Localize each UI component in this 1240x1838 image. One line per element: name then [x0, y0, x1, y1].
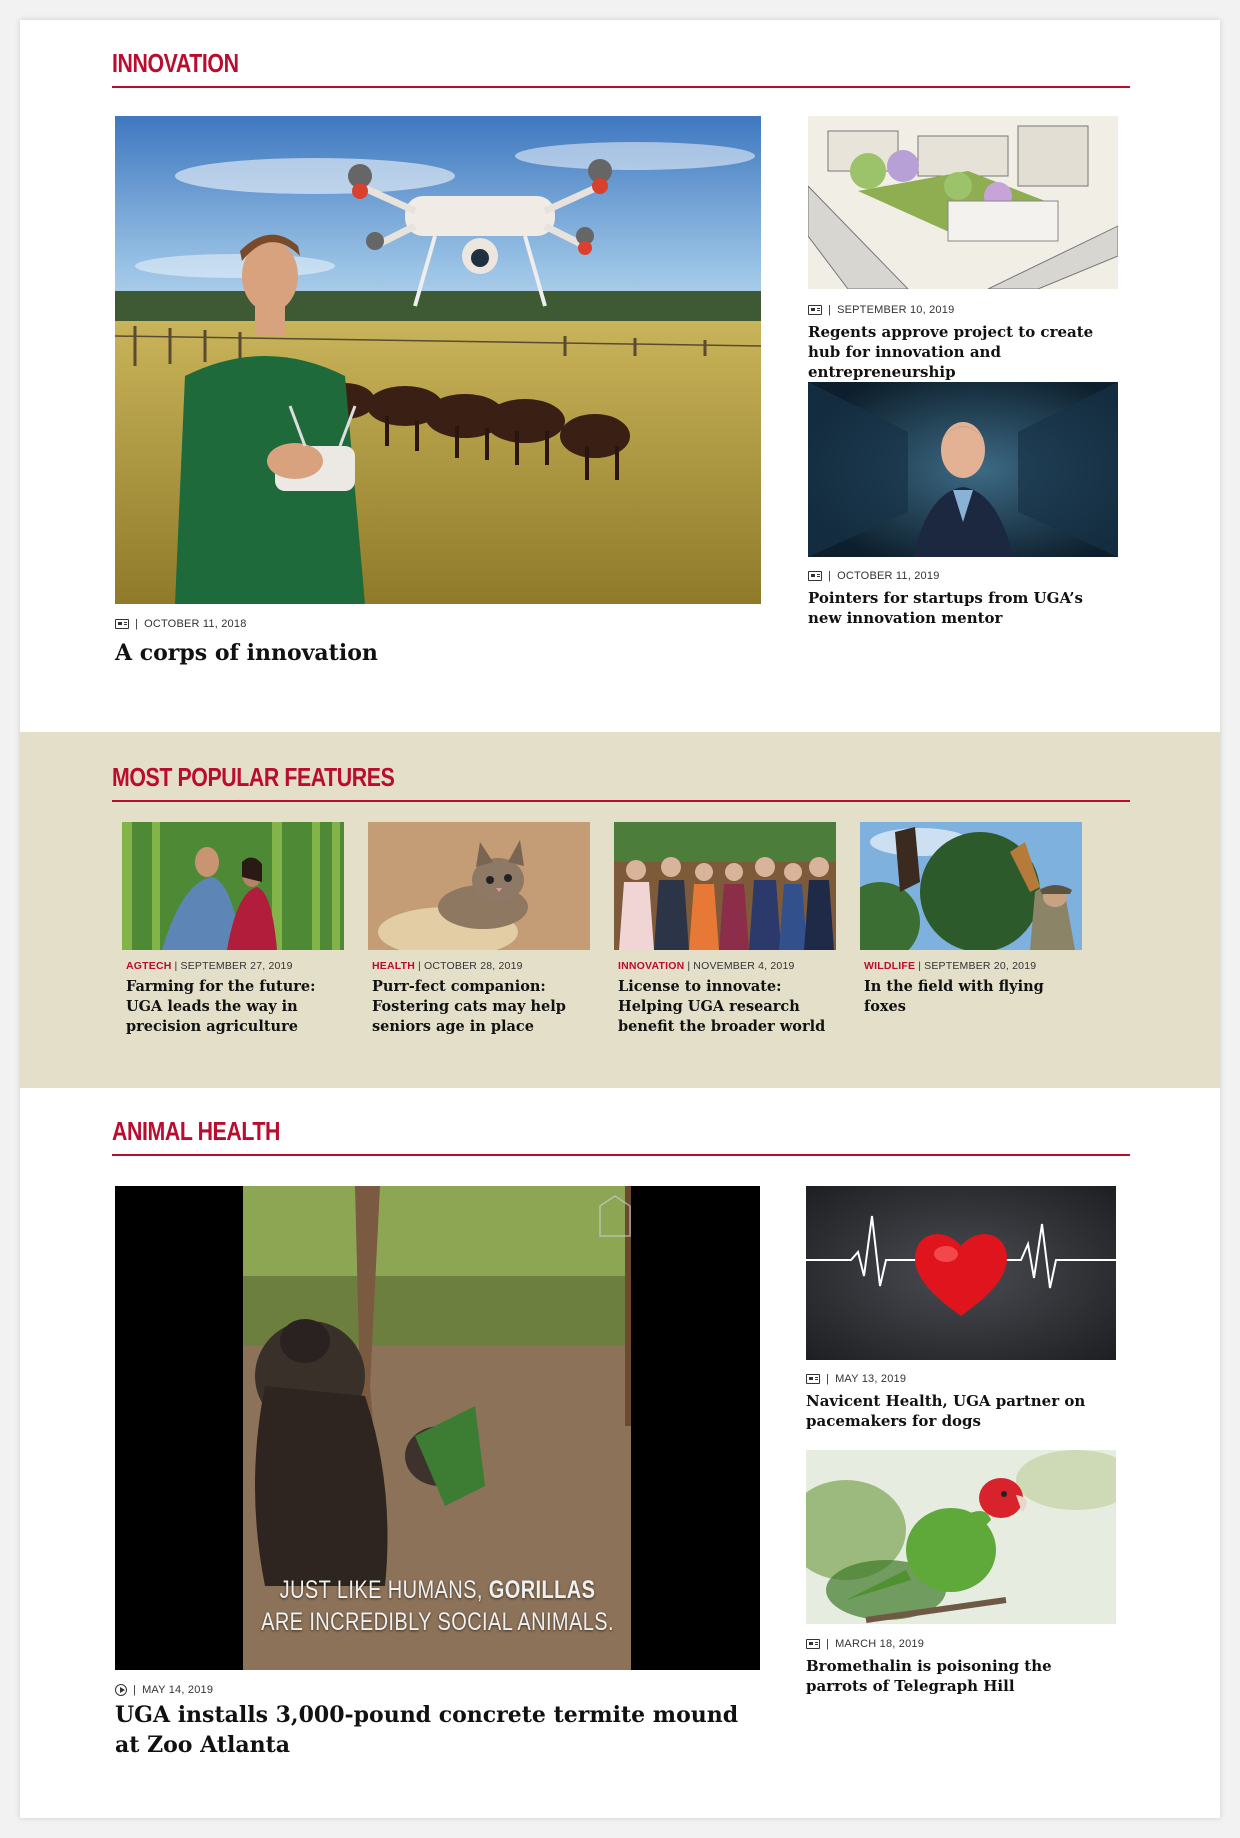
date: OCTOBER 11, 2018 [144, 618, 247, 630]
video-caption-bold: GORILLAS [488, 1576, 596, 1604]
article-icon [808, 571, 822, 581]
flying-fox-meta: WILDLIFE | SEPTEMBER 20, 2019 [864, 960, 1036, 972]
most-popular-section: MOST POPULAR FEATURES AGTECH | SEPTEMBER… [20, 732, 1220, 1088]
parrot-image[interactable] [806, 1450, 1116, 1624]
meta-separator: | [828, 570, 832, 582]
animal-health-rule [112, 1154, 1130, 1156]
innovation-heading: INNOVATION [112, 48, 239, 78]
animal-side2-meta: | MARCH 18, 2019 [806, 1638, 924, 1650]
article-icon [115, 619, 129, 629]
farming-headline[interactable]: Farming for the future: UGA leads the wa… [126, 977, 340, 1037]
date: MAY 14, 2019 [142, 1684, 214, 1696]
meta-separator: | [174, 960, 178, 972]
video-play-icon [115, 1684, 127, 1696]
category-tag[interactable]: INNOVATION [618, 960, 684, 972]
flying-fox-headline[interactable]: In the field with flying foxes [864, 977, 1078, 1017]
meta-separator: | [918, 960, 922, 972]
date: SEPTEMBER 27, 2019 [180, 960, 293, 972]
category-tag[interactable]: HEALTH [372, 960, 415, 972]
date: SEPTEMBER 10, 2019 [837, 304, 955, 316]
most-popular-rule [112, 800, 1130, 802]
cat-headline[interactable]: Purr-fect companion: Fostering cats may … [372, 977, 586, 1037]
animal-main-headline[interactable]: UGA installs 3,000-pound concrete termit… [115, 1700, 755, 1760]
farming-image[interactable] [122, 822, 344, 950]
category-tag[interactable]: AGTECH [126, 960, 172, 972]
animal-side2-headline[interactable]: Bromethalin is poisoning the parrots of … [806, 1656, 1106, 1696]
date: OCTOBER 11, 2019 [837, 570, 940, 582]
heart-pacemaker-image[interactable] [806, 1186, 1116, 1360]
animal-side1-headline[interactable]: Navicent Health, UGA partner on pacemake… [806, 1391, 1106, 1431]
meta-separator: | [826, 1373, 830, 1385]
innovation-mentor-image[interactable] [808, 382, 1118, 557]
date: NOVEMBER 4, 2019 [693, 960, 795, 972]
meta-separator: | [826, 1638, 830, 1650]
innovation-side1-headline[interactable]: Regents approve project to create hub fo… [808, 322, 1128, 382]
date: MAY 13, 2019 [835, 1373, 907, 1385]
innovation-side2-meta: | OCTOBER 11, 2019 [808, 570, 940, 582]
meta-separator: | [418, 960, 421, 972]
innovation-main-headline[interactable]: A corps of innovation [115, 638, 755, 668]
innovation-rule [112, 86, 1130, 88]
license-meta: INNOVATION | NOVEMBER 4, 2019 [618, 960, 795, 972]
flying-fox-image[interactable] [860, 822, 1082, 950]
meta-separator: | [687, 960, 691, 972]
animal-health-section: ANIMAL HEALTH JUST LIKE HUMANS, GORILLAS [20, 1088, 1220, 1818]
most-popular-heading: MOST POPULAR FEATURES [112, 762, 395, 792]
meta-separator: | [135, 618, 139, 630]
category-tag[interactable]: WILDLIFE [864, 960, 915, 972]
page: INNOVATION | OCTOBER 11, 2018 A corps of… [20, 20, 1220, 1818]
video-caption-prefix: JUST LIKE HUMANS, [279, 1576, 489, 1604]
video-caption-line1: JUST LIKE HUMANS, GORILLAS [180, 1576, 696, 1605]
license-headline[interactable]: License to innovate: Helping UGA researc… [618, 977, 832, 1037]
cat-image[interactable] [368, 822, 590, 950]
meta-separator: | [828, 304, 832, 316]
cat-meta: HEALTH | OCTOBER 28, 2019 [372, 960, 523, 972]
meta-separator: | [133, 1684, 137, 1696]
date: MARCH 18, 2019 [835, 1638, 925, 1650]
innovation-side1-meta: | SEPTEMBER 10, 2019 [808, 304, 954, 316]
article-icon [806, 1374, 820, 1384]
innovation-section: INNOVATION | OCTOBER 11, 2018 A corps of… [20, 20, 1220, 732]
video-caption-line2: ARE INCREDIBLY SOCIAL ANIMALS. [261, 1608, 614, 1636]
innovation-hub-sketch-image[interactable] [808, 116, 1118, 289]
animal-health-heading: ANIMAL HEALTH [112, 1116, 280, 1146]
article-icon [808, 305, 822, 315]
animal-side1-meta: | MAY 13, 2019 [806, 1373, 906, 1385]
license-team-image[interactable] [614, 822, 836, 950]
date: OCTOBER 28, 2019 [423, 960, 523, 972]
article-icon [806, 1639, 820, 1649]
drone-farmer-image[interactable] [115, 116, 761, 604]
innovation-side2-headline[interactable]: Pointers for startups from UGA’s new inn… [808, 588, 1118, 628]
date: SEPTEMBER 20, 2019 [924, 960, 1037, 972]
animal-main-meta: | MAY 14, 2019 [115, 1684, 213, 1696]
farming-meta: AGTECH | SEPTEMBER 27, 2019 [126, 960, 293, 972]
gorilla-video[interactable]: JUST LIKE HUMANS, GORILLAS ARE INCREDIBL… [115, 1186, 760, 1670]
innovation-main-meta: | OCTOBER 11, 2018 [115, 618, 247, 630]
